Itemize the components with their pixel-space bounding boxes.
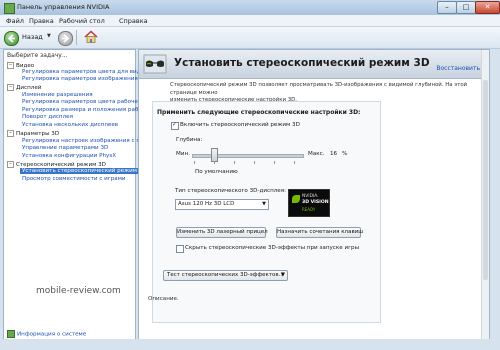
depth-min-label: Мин. xyxy=(176,151,190,157)
depth-label: Глубина: xyxy=(176,137,203,143)
description-footer: Описание. xyxy=(148,296,179,302)
tree-item[interactable]: Установка конфигурации PhysX xyxy=(22,153,116,159)
task-panel-header: Выберите задачу... xyxy=(7,52,68,59)
menu-desktop[interactable]: Рабочий стол xyxy=(59,17,105,25)
chevron-down-icon: ▼ xyxy=(262,201,266,207)
nvidia-eye-icon xyxy=(292,195,300,203)
slider-tick xyxy=(234,161,235,164)
minimize-button[interactable]: – xyxy=(437,1,457,14)
task-panel: Выберите задачу... − Видео Регулировка па… xyxy=(3,49,149,340)
tree-category-3d[interactable]: − Параметры 3D xyxy=(7,130,59,137)
tree-item[interactable]: Изменение разрешения xyxy=(22,92,93,98)
tree-item[interactable]: Регулировка параметров изображения д xyxy=(22,76,143,82)
page-title: Установить стереоскопический режим 3D xyxy=(174,57,430,69)
assign-hotkeys-button[interactable]: Назначить сочетания клавиш xyxy=(276,227,363,238)
menu-file[interactable]: Файл xyxy=(6,17,24,25)
slider-tick xyxy=(294,161,295,164)
collapse-icon[interactable]: − xyxy=(7,84,14,91)
watermark: mobile-review.com xyxy=(36,286,121,296)
back-button[interactable] xyxy=(4,31,19,46)
menu-help[interactable]: Справка xyxy=(119,17,148,25)
slider-tick xyxy=(274,161,275,164)
back-label[interactable]: Назад xyxy=(22,33,43,41)
test-stereo-effects-button[interactable]: Тест стереоскопических 3D-эффектов... ▼ xyxy=(163,270,288,281)
depth-value: 16 xyxy=(330,151,338,157)
menu-edit[interactable]: Правка xyxy=(29,17,54,25)
nvidia-control-panel-window: Панель управления NVIDIA – □ ✕ Файл Прав… xyxy=(0,0,500,350)
system-info-link[interactable]: Информация о системе xyxy=(7,330,86,338)
slider-tick xyxy=(254,161,255,164)
window-title: Панель управления NVIDIA xyxy=(17,3,110,11)
info-icon xyxy=(7,330,15,338)
tree-item[interactable]: Регулировка настроек изображения с пр xyxy=(22,138,144,144)
page-header: Установить стереоскопический режим 3D Во… xyxy=(139,50,489,79)
vertical-scrollbar[interactable] xyxy=(481,50,489,339)
depth-default-label: По умолчанию xyxy=(195,169,238,175)
3d-vision-ready-logo: NVIDIA. 3D VISION READY xyxy=(288,189,330,217)
depth-unit: % xyxy=(342,151,348,157)
tree-item-selected[interactable]: Установить стереоскопический режим 3D xyxy=(20,168,149,174)
tree-item[interactable]: Регулировка параметров цвета для вид xyxy=(22,69,141,75)
depth-slider-thumb[interactable] xyxy=(211,148,218,162)
content-panel: Установить стереоскопический режим 3D Во… xyxy=(138,49,490,340)
tree-item[interactable]: Управление параметрами 3D xyxy=(22,145,108,151)
tree-item[interactable]: Регулировка параметров цвета рабочег xyxy=(22,99,141,105)
back-history-dropdown[interactable]: ▼ xyxy=(47,33,51,39)
settings-group xyxy=(152,101,381,323)
restore-link[interactable]: Восстановить xyxy=(436,65,480,72)
collapse-icon[interactable]: − xyxy=(7,62,14,69)
tree-item[interactable]: Установка нескольких дисплеев xyxy=(22,122,118,128)
tree-category-video[interactable]: − Видео xyxy=(7,62,34,69)
menu-bar: Файл Правка Рабочий стол Справка xyxy=(0,15,500,27)
hide-effects-label[interactable]: Скрыть стереоскопические 3D-эффекты при … xyxy=(185,245,359,251)
nvidia-app-icon xyxy=(4,3,15,14)
hide-effects-checkbox[interactable] xyxy=(176,245,184,253)
home-icon[interactable] xyxy=(84,30,98,44)
slider-tick xyxy=(214,161,215,164)
slider-tick xyxy=(194,161,195,164)
toolbar: Назад ▼ xyxy=(0,27,500,49)
chevron-down-icon: ▼ xyxy=(280,272,285,278)
close-button[interactable]: ✕ xyxy=(475,1,500,14)
tree-item[interactable]: Регулировка размера и положения рабо xyxy=(22,107,142,113)
depth-max-label: Макс. xyxy=(308,151,325,157)
title-bar: Панель управления NVIDIA – □ ✕ xyxy=(0,0,500,16)
stereo-glasses-icon xyxy=(143,54,167,74)
change-laser-sight-button[interactable]: Изменить 3D лазерный прицел xyxy=(176,227,268,238)
display-type-value: Asus 120 Hz 3D LCD xyxy=(178,201,235,207)
settings-group-title: Применить следующие стереоскопические на… xyxy=(157,109,361,116)
tree-item[interactable]: Просмотр совместимости с играми xyxy=(22,176,126,182)
maximize-button[interactable]: □ xyxy=(456,1,476,14)
status-bar xyxy=(0,339,500,350)
depth-slider-track[interactable] xyxy=(192,154,304,158)
collapse-icon[interactable]: − xyxy=(7,130,14,137)
arrow-left-icon xyxy=(7,34,15,43)
enable-stereo-label[interactable]: Включить стереоскопический режим 3D xyxy=(180,122,300,128)
tree-category-display[interactable]: − Дисплей xyxy=(7,84,41,91)
collapse-icon[interactable]: − xyxy=(7,161,14,168)
scrollbar-thumb[interactable] xyxy=(483,80,488,280)
forward-button[interactable] xyxy=(58,31,73,46)
tree-category-stereo-3d[interactable]: − Стереоскопический режим 3D xyxy=(7,161,106,168)
tree-item[interactable]: Поворот дисплея xyxy=(22,114,73,120)
display-type-label: Тип стереоскопического 3D-дисплея: xyxy=(175,188,286,194)
display-type-select[interactable]: Asus 120 Hz 3D LCD ▼ xyxy=(175,199,269,210)
toolbar-separator xyxy=(76,30,77,45)
enable-stereo-checkbox[interactable] xyxy=(171,121,179,130)
arrow-right-icon xyxy=(62,34,70,43)
